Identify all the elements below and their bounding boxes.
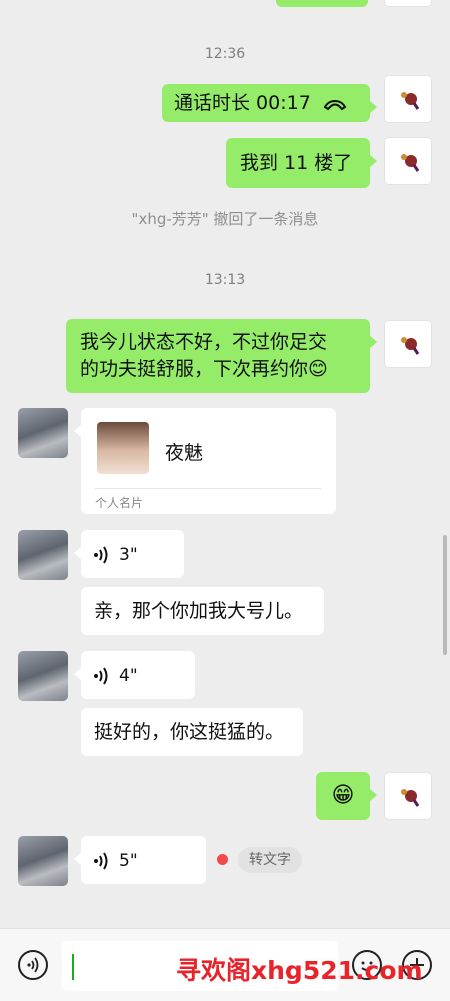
contact-card[interactable]: 夜魅 个人名片 (74, 408, 336, 514)
message-text: 我到 11 楼了 (240, 152, 353, 174)
unread-dot (217, 854, 228, 865)
peer-avatar[interactable] (18, 530, 68, 580)
message-text: 亲，那个你加我大号儿。 (94, 600, 304, 622)
peer-avatar[interactable] (18, 408, 68, 458)
call-record-bubble[interactable]: 通话时长 00:17 (162, 84, 377, 122)
voice-duration: 3" (119, 545, 138, 565)
voice-message-bubble[interactable]: 4" (74, 651, 195, 699)
contact-card-type: 个人名片 (95, 496, 144, 510)
call-duration-text: 通话时长 00:17 (174, 92, 311, 114)
voice-message-bubble[interactable]: 3" (74, 530, 184, 578)
self-avatar[interactable] (384, 320, 432, 368)
scrollbar[interactable] (443, 535, 447, 655)
voice-input-toggle-icon[interactable] (18, 950, 48, 980)
avatar-sticker-icon (401, 789, 420, 807)
voice-wave-icon (94, 545, 108, 564)
timestamp: 13:13 (204, 272, 246, 288)
message-text-line: 我今儿状态不好，不过你足交 (80, 331, 328, 353)
partial-message-bubble[interactable] (276, 0, 368, 7)
input-toolbar: 寻欢阁xhg521.com (0, 928, 450, 1001)
card-divider (95, 488, 321, 489)
voice-duration: 4" (119, 666, 138, 686)
voice-wave-icon (94, 666, 108, 685)
contact-card-name: 夜魅 (165, 442, 204, 464)
text-message-bubble[interactable]: 我今儿状态不好，不过你足交 的功夫挺舒服，下次再约你😊 (66, 319, 377, 393)
self-avatar[interactable] (384, 772, 432, 820)
watermark: 寻欢阁xhg521.com (176, 956, 423, 985)
self-avatar[interactable] (384, 0, 432, 7)
phone-hangup-icon (323, 99, 347, 110)
message-text-line: 的功夫挺舒服，下次再约你😊 (80, 358, 328, 380)
avatar-sticker-icon (401, 154, 420, 172)
text-cursor (72, 954, 74, 980)
avatar-sticker-icon (401, 92, 420, 110)
text-message-bubble[interactable]: 挺好的，你这挺猛的。 (81, 708, 303, 756)
message-emoji: 😁 (331, 783, 355, 808)
peer-avatar[interactable] (18, 836, 68, 886)
voice-wave-icon (94, 851, 108, 870)
recall-notice: "xhg-芳芳" 撤回了一条消息 (131, 210, 319, 228)
contact-card-avatar (97, 422, 149, 474)
text-message-bubble[interactable]: 我到 11 楼了 (226, 138, 377, 188)
emoji-message-bubble[interactable]: 😁 (316, 772, 377, 820)
avatar-sticker-icon (401, 337, 420, 355)
voice-message-bubble[interactable]: 5" (74, 836, 206, 884)
voice-duration: 5" (119, 851, 138, 871)
to-text-button[interactable]: 转文字 (238, 847, 302, 873)
self-avatar[interactable] (384, 137, 432, 185)
peer-avatar[interactable] (18, 651, 68, 701)
timestamp: 12:36 (204, 46, 246, 62)
message-text: 挺好的，你这挺猛的。 (94, 721, 285, 743)
text-message-bubble[interactable]: 亲，那个你加我大号儿。 (81, 587, 324, 635)
self-avatar[interactable] (384, 75, 432, 123)
